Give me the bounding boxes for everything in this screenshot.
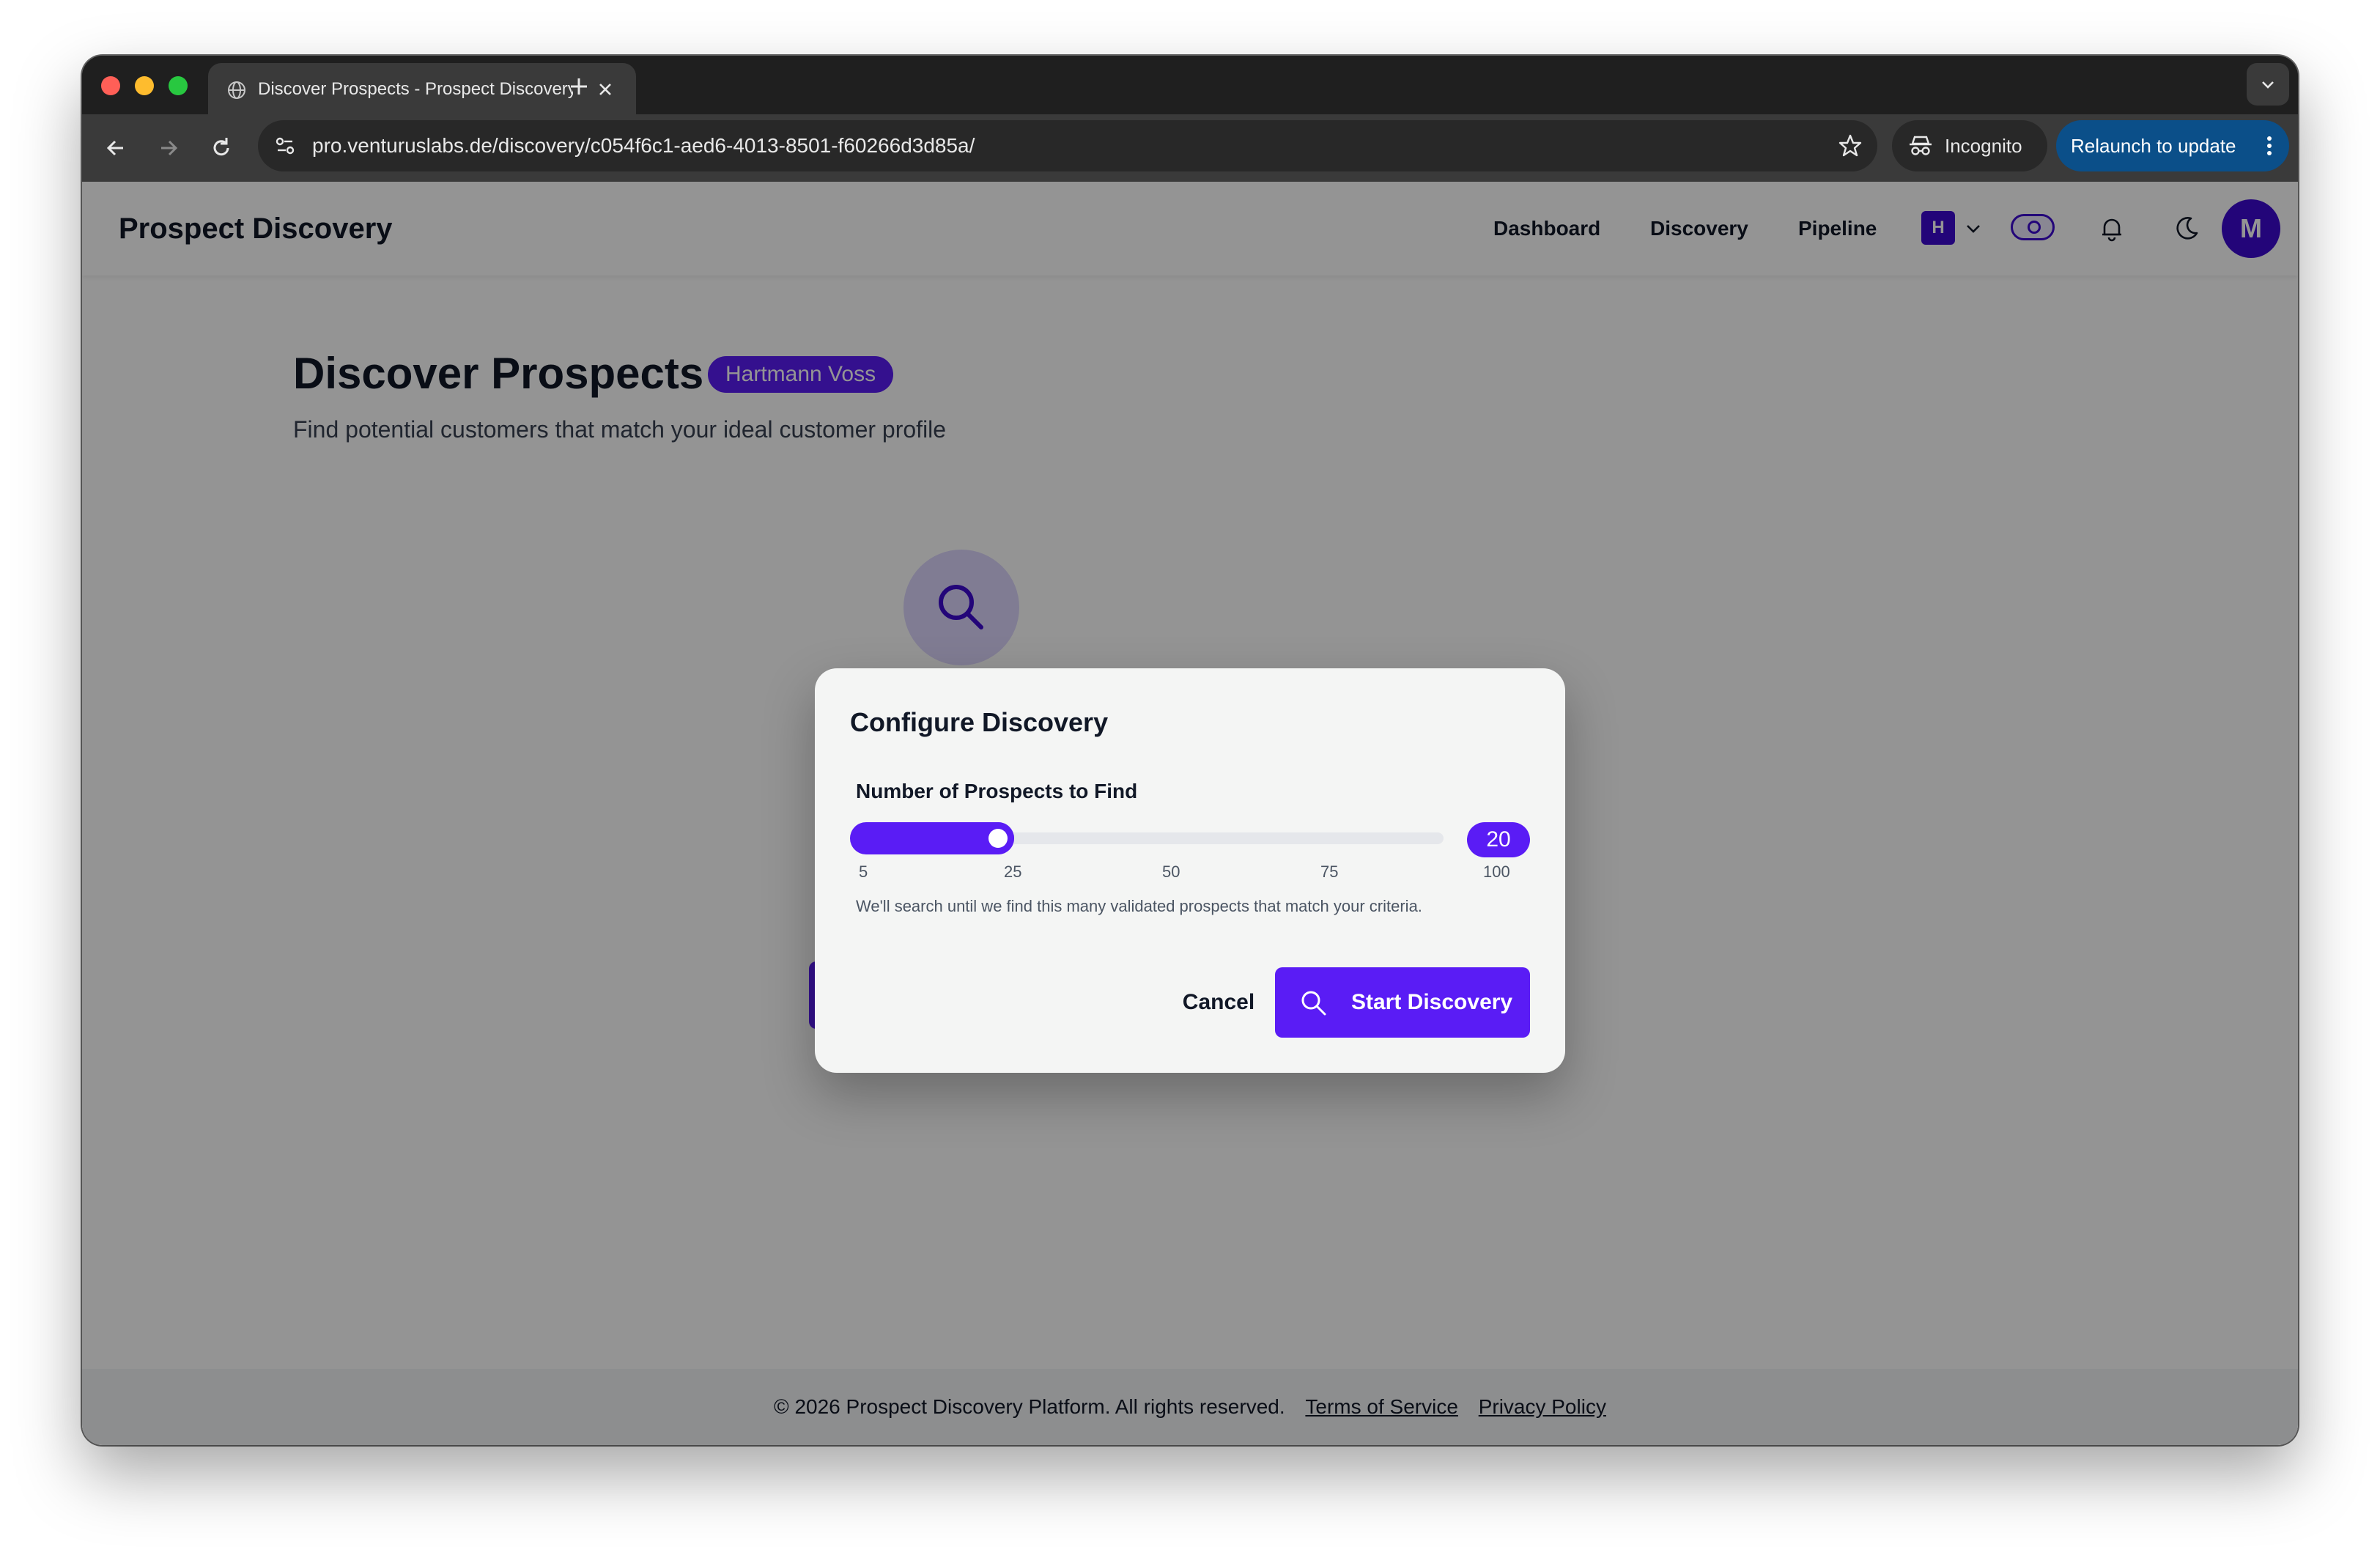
address-bar[interactable]: pro.venturuslabs.de/discovery/c054f6c1-a…	[258, 120, 1877, 171]
reload-icon[interactable]	[205, 132, 237, 164]
incognito-icon	[1910, 136, 1932, 155]
slider-tick-label: 5	[859, 863, 868, 881]
incognito-label: Incognito	[1945, 135, 2022, 157]
url-text: pro.venturuslabs.de/discovery/c054f6c1-a…	[312, 134, 975, 157]
slider-tick-label: 50	[1162, 863, 1180, 881]
maximize-window-button[interactable]	[169, 76, 188, 95]
chevron-down-icon	[2262, 81, 2274, 89]
relaunch-button[interactable]: Relaunch to update	[2056, 120, 2289, 171]
site-info-icon[interactable]	[268, 129, 302, 163]
star-icon[interactable]	[1836, 132, 1864, 160]
slider-tick-label: 75	[1320, 863, 1339, 881]
tab-strip: Discover Prospects - Prospect Discovery	[82, 56, 2298, 114]
tab-title: Discover Prospects - Prospect Discovery	[258, 79, 573, 99]
slider-value-badge: 20	[1467, 822, 1530, 857]
close-window-button[interactable]	[101, 76, 120, 95]
dialog-title: Configure Discovery	[850, 707, 1109, 737]
prospect-count-label: Number of Prospects to Find	[856, 780, 1138, 802]
tab-search-button[interactable]	[2247, 63, 2289, 106]
back-icon[interactable]	[100, 132, 132, 164]
cancel-button[interactable]: Cancel	[1156, 967, 1281, 1038]
slider-tick-label: 100	[1483, 863, 1510, 881]
plus-icon[interactable]	[564, 72, 594, 101]
slider-handle[interactable]	[981, 822, 1014, 854]
start-discovery-button[interactable]: Start Discovery	[1275, 967, 1530, 1038]
more-icon	[2267, 136, 2272, 155]
search-icon	[1301, 991, 1326, 1016]
incognito-indicator[interactable]: Incognito	[1892, 120, 2047, 171]
close-icon[interactable]	[595, 79, 616, 100]
slider-tick-label: 25	[1004, 863, 1022, 881]
configure-discovery-dialog: Configure Discovery Number of Prospects …	[815, 668, 1565, 1073]
forward-icon[interactable]	[152, 132, 185, 164]
globe-icon	[228, 81, 245, 99]
page-content: Prospect Discovery Dashboard Discovery P…	[82, 182, 2298, 1445]
browser-window: Discover Prospects - Prospect Discovery	[82, 56, 2298, 1445]
relaunch-label: Relaunch to update	[2071, 135, 2236, 157]
browser-toolbar: pro.venturuslabs.de/discovery/c054f6c1-a…	[82, 114, 2298, 182]
start-discovery-label: Start Discovery	[1351, 990, 1513, 1014]
slider-help-text: We'll search until we find this many val…	[856, 897, 1422, 915]
minimize-window-button[interactable]	[135, 76, 154, 95]
